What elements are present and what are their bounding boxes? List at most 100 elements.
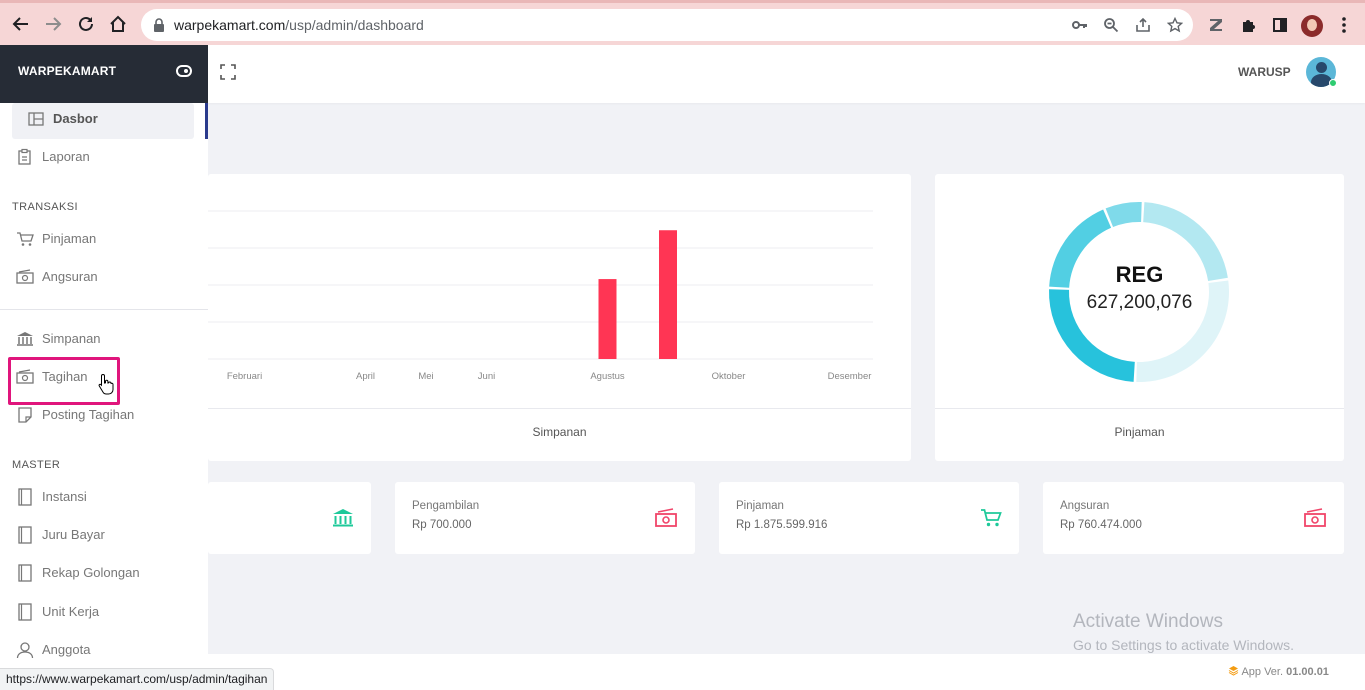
x-tick-label: Juni: [478, 371, 495, 382]
sidebar-item-label: Juru Bayar: [42, 527, 105, 542]
sidebar-item-label: Simpanan: [42, 331, 101, 346]
x-tick-label: Februari: [227, 371, 262, 382]
stat-label: Pengambilan: [412, 500, 480, 512]
dashboard-icon: [28, 112, 44, 126]
sidebar-item-label: Anggota: [42, 642, 91, 657]
sidebar-item-pinjaman[interactable]: Pinjaman: [0, 224, 208, 254]
money-icon: [16, 269, 34, 284]
sidebar-item-dasbor[interactable]: Dasbor: [0, 104, 208, 134]
brand-name: WARPEKAMART: [18, 64, 117, 78]
simpanan-chart-card: Februari April Mei Juni Agustus Oktober Desemb…: [208, 174, 911, 461]
side-panel-icon[interactable]: [1270, 15, 1290, 35]
stat-card-pengambilan: Pengambilan Rp 700.000: [395, 482, 695, 554]
forward-arrow-icon: [46, 17, 62, 31]
bank-icon: [333, 509, 353, 527]
bank-icon: [17, 332, 33, 346]
sidebar-item-laporan[interactable]: Laporan: [0, 142, 208, 172]
hand-cursor-icon: [98, 373, 114, 395]
back-arrow-icon: [12, 17, 28, 31]
stat-label: Pinjaman: [736, 500, 784, 512]
donut-center-title: REG: [1115, 262, 1164, 287]
sidebar-item-label: Angsuran: [42, 269, 98, 284]
home-button[interactable]: [108, 14, 128, 34]
book-icon: [18, 603, 32, 621]
url-path: /usp/admin/dashboard: [285, 17, 424, 33]
x-tick-label: Agustus: [590, 371, 625, 382]
pinjaman-card-footer: Pinjaman: [1114, 425, 1165, 439]
fullscreen-expand-icon[interactable]: [220, 64, 236, 80]
browser-profile-avatar[interactable]: [1301, 15, 1323, 37]
x-tick-label: Mei: [418, 371, 433, 382]
address-bar[interactable]: warpekamart.com/usp/admin/dashboard: [141, 9, 1193, 41]
sidebar-item-label: Pinjaman: [42, 231, 97, 246]
page-footer: App Ver. 01.00.01: [208, 654, 1365, 690]
sidebar-item-angsuran[interactable]: Angsuran: [0, 262, 208, 292]
sidebar-item-juru-bayar[interactable]: Juru Bayar: [0, 520, 208, 550]
money-icon: [1304, 508, 1326, 527]
section-title-transaksi: TRANSAKSI: [12, 201, 78, 213]
donut-slice[interactable]: [1105, 202, 1142, 227]
app-version-number: 01.00.01: [1286, 666, 1329, 678]
money-icon: [655, 508, 677, 527]
share-icon[interactable]: [1134, 16, 1152, 34]
top-header: WARUSP: [208, 45, 1365, 103]
sidebar-item-label: Laporan: [42, 149, 90, 164]
user-name[interactable]: WARUSP: [1238, 65, 1291, 79]
avatar-head: [1316, 62, 1327, 73]
cart-icon: [981, 509, 1002, 527]
stat-card-pinjaman: Pinjaman Rp 1.875.599.916: [719, 482, 1019, 554]
sidebar-item-unit-kerja[interactable]: Unit Kerja: [0, 597, 208, 627]
x-tick-label: April: [356, 371, 375, 382]
sidebar-divider: [0, 309, 208, 310]
user-icon: [16, 642, 34, 659]
lock-icon: [154, 18, 164, 32]
online-status-dot: [1329, 79, 1337, 87]
section-title-master: MASTER: [12, 459, 61, 471]
card-footer-divider: [935, 408, 1344, 409]
sidebar-item-instansi[interactable]: Instansi: [0, 482, 208, 512]
sidebar-item-anggota[interactable]: Anggota: [0, 635, 208, 665]
book-icon: [18, 564, 32, 582]
chart-bar[interactable]: [659, 230, 677, 359]
url-text: warpekamart.com/usp/admin/dashboard: [174, 17, 424, 33]
url-host: warpekamart.com: [174, 17, 286, 33]
sidebar-item-label: Unit Kerja: [42, 604, 100, 619]
sidebar-item-rekap-golongan[interactable]: Rekap Golongan: [0, 558, 208, 588]
pinjaman-donut-chart: [1049, 202, 1229, 382]
sidebar-item-label: Instansi: [42, 489, 87, 504]
x-tick-label: Oktober: [712, 371, 746, 382]
chart-bar[interactable]: [598, 279, 617, 359]
sidebar-toggle-icon[interactable]: [176, 65, 192, 77]
home-icon: [110, 15, 126, 32]
book-icon: [18, 526, 32, 544]
simpanan-bar-chart: Februari April Mei Juni Agustus Oktober Desemb…: [208, 210, 873, 382]
sidebar-item-label: Dasbor: [53, 111, 98, 126]
app-version: App Ver. 01.00.01: [1228, 665, 1329, 678]
zoom-icon[interactable]: [1102, 16, 1120, 34]
windows-activation-title: Activate Windows: [1073, 611, 1223, 632]
stat-card-simpanan: [208, 482, 371, 554]
brand-header: WARPEKAMART: [0, 45, 208, 103]
reload-button[interactable]: [76, 14, 96, 34]
forward-button[interactable]: [43, 14, 63, 34]
key-icon[interactable]: [1071, 16, 1089, 34]
zotero-extension-icon[interactable]: [1206, 15, 1226, 35]
puzzle-extensions-icon[interactable]: [1238, 15, 1258, 35]
app-version-label: App Ver.: [1241, 666, 1284, 678]
stat-value: Rp 760.474.000: [1060, 519, 1142, 531]
donut-center-value: 627,200,076: [1086, 292, 1193, 313]
reload-icon: [79, 16, 93, 31]
report-icon: [18, 148, 31, 165]
stat-label: Angsuran: [1060, 500, 1110, 512]
note-icon: [18, 407, 32, 423]
back-button[interactable]: [11, 14, 31, 34]
stat-value: Rp 1.875.599.916: [736, 519, 828, 531]
sidebar: WARPEKAMART Dasbor Laporan TRANSAKSI Pin…: [0, 45, 208, 690]
x-tick-label: Desember: [828, 371, 872, 382]
book-icon: [18, 488, 32, 506]
layers-icon: [1228, 666, 1239, 676]
bookmark-star-icon[interactable]: [1166, 16, 1184, 34]
sidebar-item-simpanan[interactable]: Simpanan: [0, 324, 208, 354]
stat-card-angsuran: Angsuran Rp 760.474.000: [1043, 482, 1344, 554]
kebab-menu-icon[interactable]: [1334, 15, 1354, 35]
